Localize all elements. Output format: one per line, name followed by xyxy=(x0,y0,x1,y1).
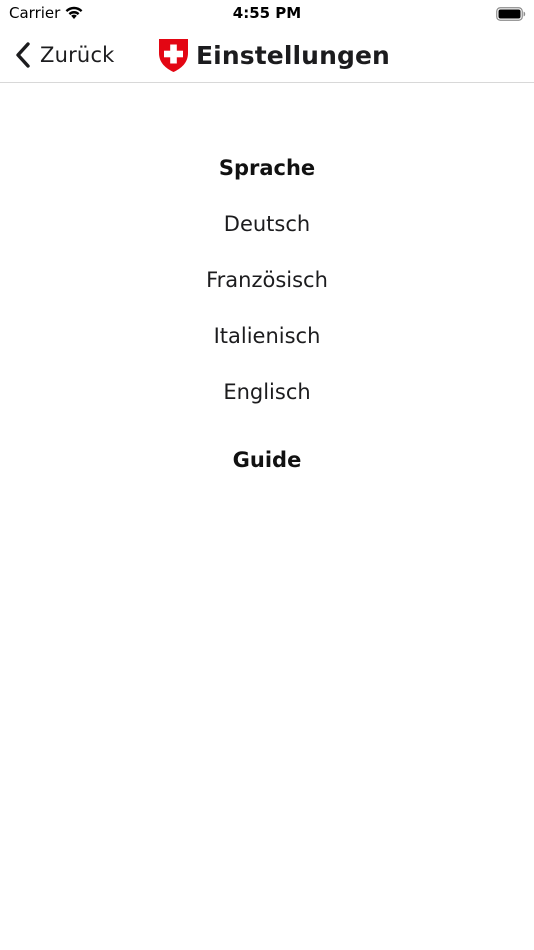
nav-title: Einstellungen xyxy=(157,36,390,74)
language-option-english[interactable]: Englisch xyxy=(0,364,534,420)
battery-icon xyxy=(496,6,526,21)
chevron-left-icon xyxy=(14,41,32,69)
navigation-bar: Zurück Einstellungen xyxy=(0,28,534,83)
swiss-coat-of-arms-icon xyxy=(157,37,190,73)
section-header-language: Sprache xyxy=(218,156,316,180)
status-bar: Carrier 4:55 PM xyxy=(0,0,534,28)
language-option-french[interactable]: Französisch xyxy=(0,252,534,308)
settings-list: Sprache Deutsch Französisch Italienisch … xyxy=(0,140,534,488)
page-title: Einstellungen xyxy=(196,40,390,70)
settings-screen: Carrier 4:55 PM Zurück Einstellungen Spr… xyxy=(0,0,534,950)
language-option-italian[interactable]: Italienisch xyxy=(0,308,534,364)
language-option-german[interactable]: Deutsch xyxy=(0,196,534,252)
status-time: 4:55 PM xyxy=(232,4,302,22)
back-button[interactable]: Zurück xyxy=(14,38,115,72)
back-label: Zurück xyxy=(40,43,115,67)
guide-link[interactable]: Guide xyxy=(0,432,534,488)
